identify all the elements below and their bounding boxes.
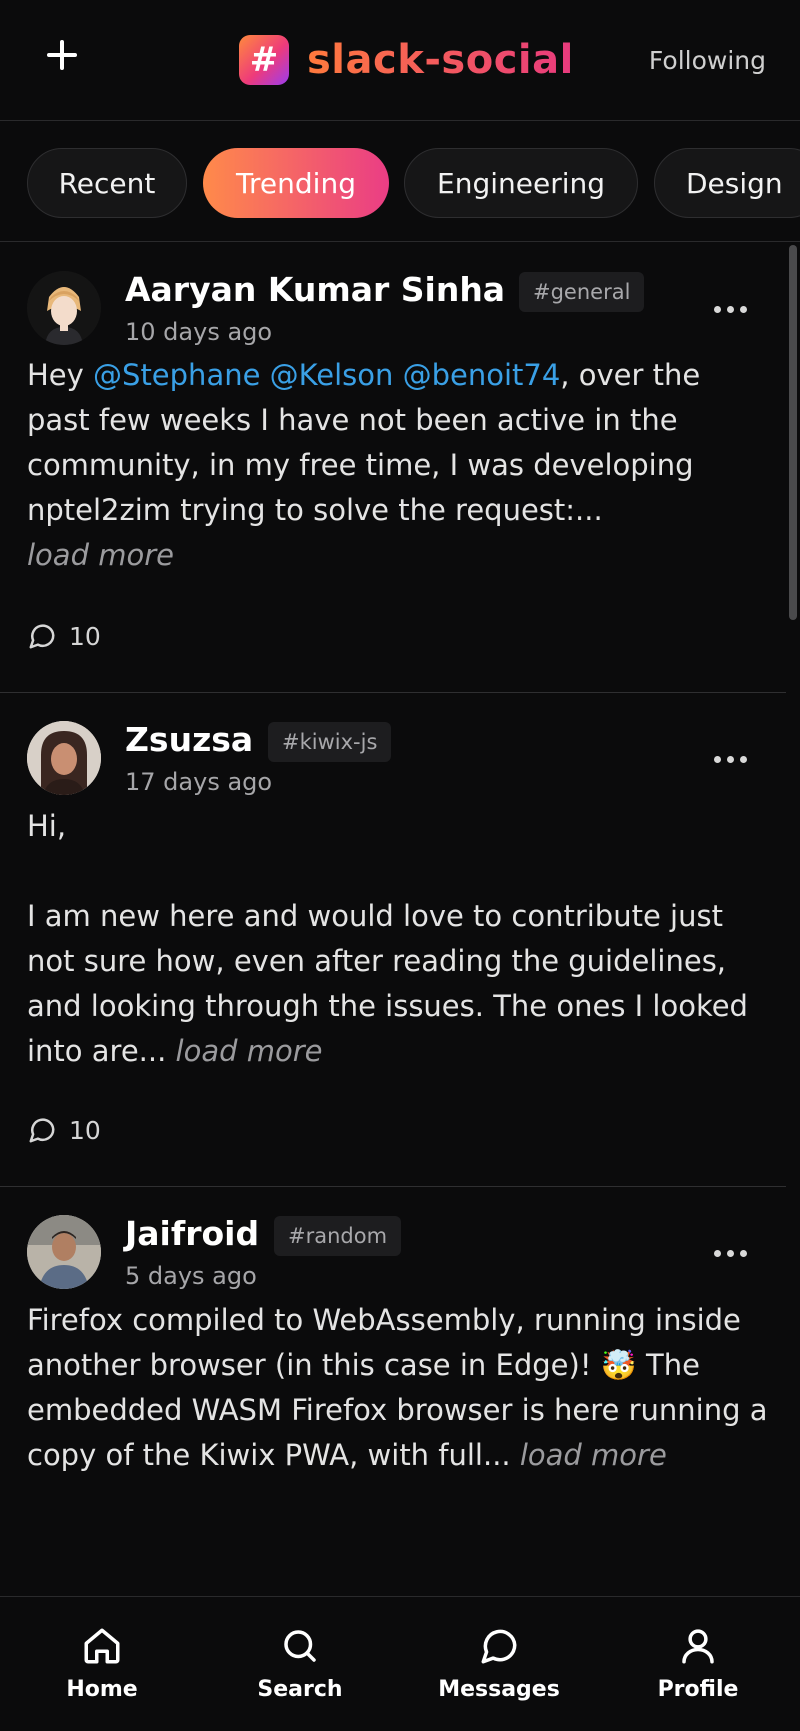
- tab-design[interactable]: Design: [654, 148, 800, 218]
- post-text: Hey: [27, 358, 94, 392]
- post-mentions[interactable]: @Stephane @Kelson @benoit74: [93, 358, 560, 392]
- new-post-button[interactable]: [44, 38, 80, 74]
- comment-count[interactable]: 10: [27, 621, 101, 651]
- brand: # slack-social: [239, 35, 574, 85]
- exploding-head-emoji: 🤯: [600, 1348, 637, 1382]
- app-header: # slack-social Following: [0, 0, 800, 121]
- man-portrait-avatar[interactable]: [27, 1215, 101, 1289]
- post-body: Hi, I am new here and would love to contr…: [27, 804, 772, 1074]
- tab-trending[interactable]: Trending: [203, 148, 389, 218]
- anime-character-avatar[interactable]: [27, 271, 101, 345]
- more-options-icon[interactable]: [714, 1250, 748, 1258]
- feed-scrollbar[interactable]: [789, 245, 797, 620]
- comment-count-value: 10: [69, 1115, 101, 1145]
- load-more-link[interactable]: load more: [520, 1438, 667, 1472]
- post-greeting: Hi,: [27, 809, 67, 843]
- post-card: Zsuzsa #kiwix-js 17 days ago Hi, I am new…: [0, 693, 786, 1187]
- post-body: Hey @Stephane @Kelson @benoit74, over th…: [27, 353, 772, 578]
- woman-portrait-avatar[interactable]: [27, 721, 101, 795]
- post-card: Aaryan Kumar Sinha #general 10 days ago …: [0, 243, 786, 693]
- comment-icon: [29, 1118, 55, 1143]
- more-options-icon[interactable]: [714, 306, 748, 314]
- nav-label: Home: [66, 1677, 138, 1702]
- load-more-link[interactable]: load more: [176, 1034, 323, 1068]
- home-icon: [84, 1628, 120, 1664]
- comment-count[interactable]: 10: [27, 1115, 101, 1145]
- search-icon: [284, 1630, 316, 1662]
- message-icon: [481, 1629, 517, 1664]
- post-time: 17 days ago: [125, 768, 273, 796]
- nav-home[interactable]: Home: [32, 1625, 172, 1702]
- comment-count-value: 10: [69, 621, 101, 651]
- bottom-nav: Home Search Messages Profile: [0, 1596, 800, 1731]
- feed-tabs: Recent Trending Engineering Design: [0, 122, 800, 242]
- channel-badge[interactable]: #random: [274, 1216, 402, 1256]
- brand-logo-icon: #: [239, 35, 289, 85]
- post-time: 5 days ago: [125, 1262, 257, 1290]
- post-time: 10 days ago: [125, 318, 273, 346]
- comment-icon: [29, 624, 55, 649]
- post-feed: Aaryan Kumar Sinha #general 10 days ago …: [0, 243, 786, 1595]
- post-body: Firefox compiled to WebAssembly, running…: [27, 1298, 772, 1478]
- channel-badge[interactable]: #kiwix-js: [268, 722, 392, 762]
- nav-label: Messages: [438, 1677, 560, 1702]
- following-link[interactable]: Following: [649, 46, 766, 75]
- nav-messages[interactable]: Messages: [429, 1625, 569, 1702]
- profile-icon: [682, 1629, 714, 1664]
- nav-label: Profile: [657, 1677, 739, 1702]
- post-card: Jaifroid #random 5 days ago Firefox comp…: [0, 1187, 786, 1595]
- post-author[interactable]: Aaryan Kumar Sinha: [125, 270, 505, 309]
- channel-badge[interactable]: #general: [519, 272, 645, 312]
- tab-engineering[interactable]: Engineering: [404, 148, 638, 218]
- post-author[interactable]: Zsuzsa: [125, 720, 253, 759]
- brand-name: slack-social: [307, 37, 574, 83]
- load-more-link[interactable]: load more: [27, 538, 174, 572]
- tab-recent[interactable]: Recent: [27, 148, 187, 218]
- post-text: I am new here and would love to contribu…: [27, 899, 748, 1068]
- nav-label: Search: [257, 1677, 343, 1702]
- more-options-icon[interactable]: [714, 756, 748, 764]
- nav-search[interactable]: Search: [230, 1625, 370, 1702]
- post-author[interactable]: Jaifroid: [125, 1214, 259, 1253]
- nav-profile[interactable]: Profile: [628, 1625, 768, 1702]
